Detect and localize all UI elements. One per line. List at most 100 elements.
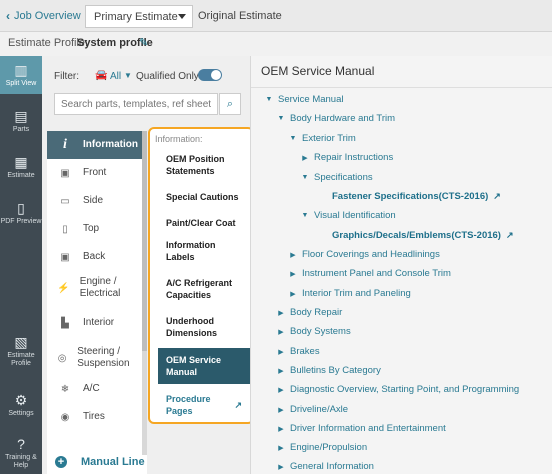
split-view-icon: ▥ [14, 62, 28, 78]
tree-node-label: Specifications [314, 172, 373, 183]
tree-node-body-repair[interactable]: ▶ Body Repair [276, 307, 342, 318]
popup-item-underhood-dimensions[interactable]: Underhood Dimensions [158, 315, 250, 339]
pencil-icon[interactable]: ✎ [139, 36, 148, 49]
caret-down-icon[interactable]: ▼ [124, 71, 132, 80]
plus-icon: + [55, 456, 67, 468]
tree-node-brakes[interactable]: ▶ Brakes [276, 346, 319, 357]
tree-node-driveline-axle[interactable]: ▶ Driveline/Axle [276, 404, 348, 415]
steering-icon: ◎ [57, 352, 67, 364]
search-input[interactable] [54, 93, 218, 115]
popup-item-label: Special Cautions [166, 192, 239, 202]
estimate-select-value: Primary Estimate [94, 11, 178, 23]
popup-item-oem-position-statements[interactable]: OEM Position Statements [158, 153, 250, 177]
tree-node-exterior-trim[interactable]: ▼ Exterior Trim [288, 133, 356, 144]
qualified-only-label: Qualified Only [136, 71, 199, 82]
category-front[interactable]: ▣ Front [47, 159, 147, 187]
caret-right-icon: ▶ [278, 444, 284, 452]
scrollbar-thumb[interactable] [142, 131, 147, 351]
tree-node-body-hardware-and-trim[interactable]: ▼ Body Hardware and Trim [276, 113, 396, 124]
external-link-icon: ↗ [505, 230, 514, 240]
rail-pdf-preview[interactable]: ▯ PDF Preview [0, 194, 42, 232]
left-rail: ▥ Split View ▤ Parts ▦ Estimate ▯ PDF Pr… [0, 56, 42, 474]
category-back[interactable]: ▣ Back [47, 243, 147, 271]
original-estimate-tab[interactable]: Original Estimate [198, 10, 282, 22]
manual-line-button[interactable]: + Manual Line [47, 450, 147, 474]
car-top-icon: ▯ [62, 223, 68, 235]
filter-select[interactable]: All [110, 71, 121, 82]
tree-node-service-manual[interactable]: ▼ Service Manual [264, 94, 344, 105]
caret-down-icon: ▼ [265, 96, 273, 103]
popup-item-paint-clear-coat[interactable]: Paint/Clear Coat [158, 213, 250, 233]
rail-parts-label: Parts [12, 126, 30, 133]
category-side[interactable]: ▭ Side [47, 187, 147, 215]
external-link-icon: ↗ [234, 400, 242, 410]
popup-item-ac-refrigerant-capacities[interactable]: A/C Refrigerant Capacities [158, 277, 250, 301]
estimate-select[interactable]: Primary Estimate [85, 5, 193, 28]
parts-icon: ▤ [14, 108, 28, 124]
manual-line-label: Manual Line [81, 456, 145, 468]
rail-estimate[interactable]: ▦ Estimate [0, 148, 42, 186]
category-top[interactable]: ▯ Top [47, 215, 147, 243]
tree-node-specifications[interactable]: ▼ Specifications [300, 172, 373, 183]
rail-split-view[interactable]: ▥ Split View [0, 56, 42, 94]
category-ac[interactable]: ❄ A/C [47, 375, 147, 403]
popup-item-oem-service-manual[interactable]: OEM Service Manual [158, 348, 250, 384]
tree-node-instrument-panel[interactable]: ▶ Instrument Panel and Console Trim [288, 268, 451, 279]
rail-parts[interactable]: ▤ Parts [0, 102, 42, 140]
tree-link-fastener-specifications[interactable]: Fastener Specifications(CTS-2016) ↗ [332, 191, 501, 202]
category-interior[interactable]: ▙ Interior [47, 309, 147, 337]
rail-estimate-label: Estimate [7, 172, 35, 179]
estimate-profile-bar: Estimate Profile: System profile ✎ [0, 32, 552, 56]
category-scrollbar[interactable] [142, 131, 147, 455]
back-link-label: Job Overview [14, 10, 81, 22]
tree-node-engine-propulsion[interactable]: ▶ Engine/Propulsion [276, 442, 367, 453]
category-engine-electrical[interactable]: ⚡ Engine / Electrical [47, 271, 147, 305]
category-steering-suspension[interactable]: ◎ Steering / Suspension [47, 341, 147, 375]
rail-split-view-label: Split View [5, 80, 37, 87]
popup-item-label: Information Labels [166, 240, 216, 262]
popup-item-procedure-pages[interactable]: Procedure Pages ↗ [158, 393, 250, 417]
tree-node-label: Service Manual [278, 94, 344, 105]
tree-node-label: Interior Trim and Paneling [302, 288, 411, 299]
tree-node-body-systems[interactable]: ▶ Body Systems [276, 326, 350, 337]
rail-settings[interactable]: ⚙ Settings [0, 386, 42, 424]
search-button[interactable]: ⌕ [219, 93, 241, 115]
tree-node-repair-instructions[interactable]: ▶ Repair Instructions [300, 152, 393, 163]
estimate-icon: ▦ [14, 154, 28, 170]
tree-node-label: Engine/Propulsion [290, 442, 368, 453]
popup-item-special-cautions[interactable]: Special Cautions [158, 187, 250, 207]
information-popup: Information: OEM Position Statements Spe… [148, 127, 254, 424]
tree-node-label: Repair Instructions [314, 152, 394, 163]
back-to-job-overview-link[interactable]: ‹ Job Overview [6, 9, 81, 23]
popup-item-label: OEM Position Statements [166, 154, 225, 176]
rail-estimate-profile[interactable]: ▧ Estimate Profile [0, 328, 42, 374]
rail-training-help[interactable]: ? Training & Help [0, 434, 42, 472]
tree-node-label: Driver Information and Entertainment [290, 423, 446, 434]
search-icon: ⌕ [226, 97, 234, 110]
category-label: Steering / Suspension [77, 346, 130, 369]
help-icon: ? [17, 436, 25, 452]
tree-node-diagnostic-overview[interactable]: ▶ Diagnostic Overview, Starting Point, a… [276, 384, 519, 395]
seat-icon: ▙ [61, 317, 69, 329]
caret-right-icon: ▶ [278, 367, 284, 375]
rail-settings-label: Settings [8, 410, 34, 417]
tree-node-floor-coverings[interactable]: ▶ Floor Coverings and Headlinings [288, 249, 440, 260]
external-link-icon: ↗ [493, 191, 501, 201]
category-tires[interactable]: ◉ Tires [47, 403, 147, 431]
category-information[interactable]: i Information [47, 131, 147, 159]
popup-item-information-labels[interactable]: Information Labels [158, 239, 250, 263]
tree-node-label: Instrument Panel and Console Trim [302, 268, 451, 279]
tree-node-driver-information[interactable]: ▶ Driver Information and Entertainment [276, 423, 446, 434]
tree-node-label: Visual Identification [314, 210, 396, 221]
category-label: Front [83, 167, 107, 178]
tree-node-interior-trim[interactable]: ▶ Interior Trim and Paneling [288, 288, 411, 299]
car-icon[interactable]: 🚘 [95, 70, 107, 81]
tree-node-visual-identification[interactable]: ▼ Visual Identification [300, 210, 396, 221]
tree-node-bulletins[interactable]: ▶ Bulletins By Category [276, 365, 381, 376]
tree-node-general-information[interactable]: ▶ General Information [276, 461, 374, 472]
category-list: i Information ▣ Front ▭ Side ▯ Top ▣ Bac… [47, 131, 147, 474]
qualified-only-toggle[interactable] [198, 69, 222, 81]
tree-link-graphics-decals-emblems[interactable]: Graphics/Decals/Emblems(CTS-2016) ↗ [332, 230, 514, 241]
tree-node-label: Floor Coverings and Headlinings [302, 249, 440, 260]
category-label: A/C [83, 383, 100, 394]
